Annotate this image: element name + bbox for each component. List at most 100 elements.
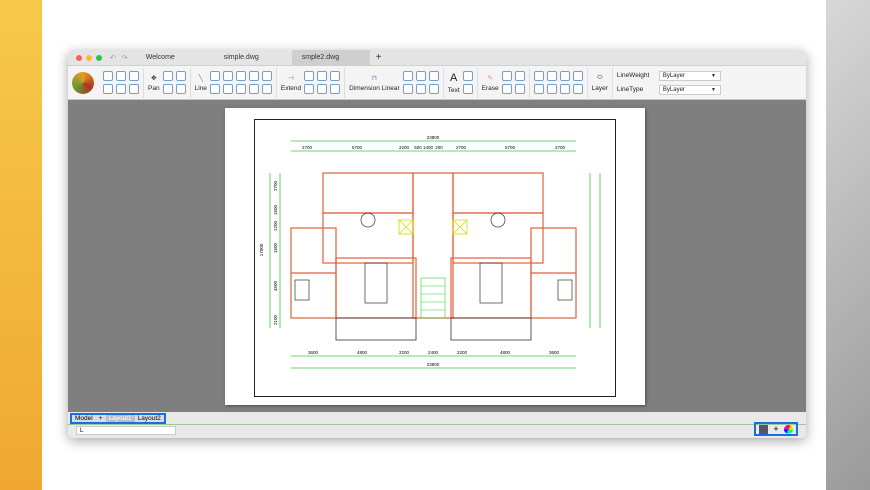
dimension-linear-button[interactable]: ⊓ Dimension Linear [349, 74, 400, 92]
dim-side: 4500 [273, 280, 278, 291]
move-icon[interactable] [514, 71, 525, 81]
command-input[interactable]: L [76, 426, 176, 435]
table-icon[interactable] [462, 71, 473, 81]
rectangle-icon[interactable] [261, 71, 272, 81]
lineweight-select[interactable]: ByLayer [658, 70, 721, 81]
save-icon[interactable] [116, 71, 126, 81]
fillet-icon[interactable] [330, 71, 341, 81]
triangle-icon[interactable] [222, 84, 233, 94]
dim-top: 2700 [456, 145, 467, 150]
copy-icon[interactable] [501, 71, 512, 81]
pan-button[interactable]: ✥ Pan [148, 74, 160, 92]
dim-angular-icon[interactable] [415, 71, 426, 81]
xline-icon[interactable] [209, 71, 220, 81]
file-group [68, 67, 144, 98]
paper-sheet: 23800 2700 5700 2200 500 1400 200 2700 5… [225, 108, 645, 405]
text-group: A Text [444, 67, 478, 98]
rotate-icon[interactable] [559, 71, 570, 81]
image-icon[interactable] [330, 84, 341, 94]
add-layout-button[interactable]: + [96, 415, 106, 422]
offset-icon[interactable] [317, 71, 328, 81]
tab-layout2[interactable]: Layout2 [135, 415, 164, 422]
divider [68, 424, 806, 425]
dim-edit-icon[interactable] [428, 84, 439, 94]
erase-group: ✎ Erase [478, 67, 530, 98]
chamfer-icon[interactable] [533, 84, 544, 94]
spline-icon[interactable] [248, 84, 259, 94]
arc-icon[interactable] [222, 71, 233, 81]
erase-button[interactable]: ✎ Erase [482, 74, 499, 92]
crosshair-icon[interactable]: + [773, 424, 778, 434]
explode-icon[interactable] [572, 71, 583, 81]
circle-icon[interactable] [248, 71, 259, 81]
app-window: ↶ ↷ Welcome simple.dwg smple2.dwg + ✥ Pan… [68, 50, 806, 438]
balconies [335, 317, 532, 341]
dim-top: 5700 [352, 145, 363, 150]
block-icon[interactable] [317, 84, 328, 94]
dim-top: 1400 [423, 145, 434, 150]
dim-baseline-icon[interactable] [428, 71, 439, 81]
tab-simple[interactable]: simple.dwg [214, 50, 292, 66]
polygon-icon[interactable] [235, 84, 246, 94]
layout-tabs: Model + Layout1 Layout2 [70, 413, 166, 424]
dim-top: 200 [435, 145, 443, 150]
lineweight-label: LineWeight [616, 72, 650, 79]
scale-icon[interactable] [533, 71, 544, 81]
drawing-canvas[interactable]: 23800 2700 5700 2200 500 1400 200 2700 5… [68, 100, 806, 412]
new-tab-button[interactable]: + [376, 52, 382, 63]
leader-icon[interactable] [402, 84, 413, 94]
linetype-select[interactable]: ByLayer [658, 84, 721, 95]
line-label: Line [194, 84, 207, 92]
save-as-icon[interactable] [129, 71, 139, 81]
tab-layout1[interactable]: Layout1 [105, 415, 135, 422]
zoom-extents-icon[interactable] [175, 84, 186, 94]
minimize-button[interactable] [86, 54, 92, 61]
layer-group: ⬭ Layer [588, 67, 613, 98]
undo-icon[interactable]: ↶ [110, 54, 116, 62]
pdf-icon[interactable] [116, 84, 126, 94]
tab-model[interactable]: Model [72, 415, 96, 422]
snap-icon[interactable] [758, 424, 768, 434]
zoom-in-icon[interactable] [162, 71, 173, 81]
dimension-lines [269, 140, 601, 369]
color-wheel-icon[interactable] [784, 424, 794, 434]
line-icon: ╲ [198, 74, 203, 82]
paste-icon[interactable] [501, 84, 512, 94]
dim-side: 1500 [273, 242, 278, 253]
text-button[interactable]: A Text [448, 72, 460, 94]
line-button[interactable]: ╲ Line [195, 74, 207, 92]
corner-icon[interactable] [559, 84, 570, 94]
dim-aligned-icon[interactable] [402, 71, 413, 81]
extend-button[interactable]: ⊣ Extend [281, 74, 301, 92]
export-icon[interactable] [129, 84, 139, 94]
zoom-out-icon[interactable] [175, 71, 186, 81]
tab-smple2[interactable]: smple2.dwg [291, 50, 370, 66]
arc2-icon[interactable] [235, 71, 246, 81]
pan-label: Pan [148, 84, 160, 92]
mirror-icon[interactable] [546, 84, 557, 94]
dim-diameter-icon[interactable] [415, 84, 426, 94]
floor-plan: 23800 2700 5700 2200 500 1400 200 2700 5… [259, 135, 601, 369]
desktop-left-edge [0, 0, 42, 490]
dimension-label: Dimension Linear [349, 84, 400, 92]
array-icon[interactable] [572, 84, 583, 94]
close-button[interactable] [76, 54, 82, 61]
match-properties-icon[interactable] [514, 84, 525, 94]
polyline-icon[interactable] [261, 84, 272, 94]
dim-top: 5700 [505, 145, 516, 150]
stairs [420, 277, 446, 319]
redo-icon[interactable]: ↷ [122, 54, 128, 62]
shafts [398, 219, 468, 235]
print-icon[interactable] [103, 84, 113, 94]
open-icon[interactable] [103, 71, 113, 81]
maximize-button[interactable] [96, 54, 102, 61]
trim-icon[interactable] [304, 71, 315, 81]
tab-welcome[interactable]: Welcome [136, 50, 214, 66]
zoom-window-icon[interactable] [162, 84, 173, 94]
dim-top: 2700 [555, 145, 566, 150]
field-icon[interactable] [462, 84, 473, 94]
stretch-icon[interactable] [546, 71, 557, 81]
hatch-icon[interactable] [304, 84, 315, 94]
ellipse-icon[interactable] [209, 84, 220, 94]
layer-button[interactable]: ⬭ Layer [592, 74, 608, 92]
